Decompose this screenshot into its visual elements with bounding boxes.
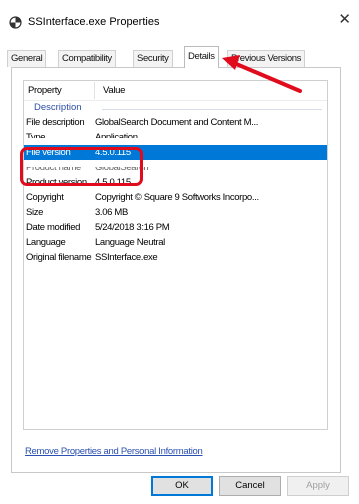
arrow-annotation (222, 55, 302, 93)
